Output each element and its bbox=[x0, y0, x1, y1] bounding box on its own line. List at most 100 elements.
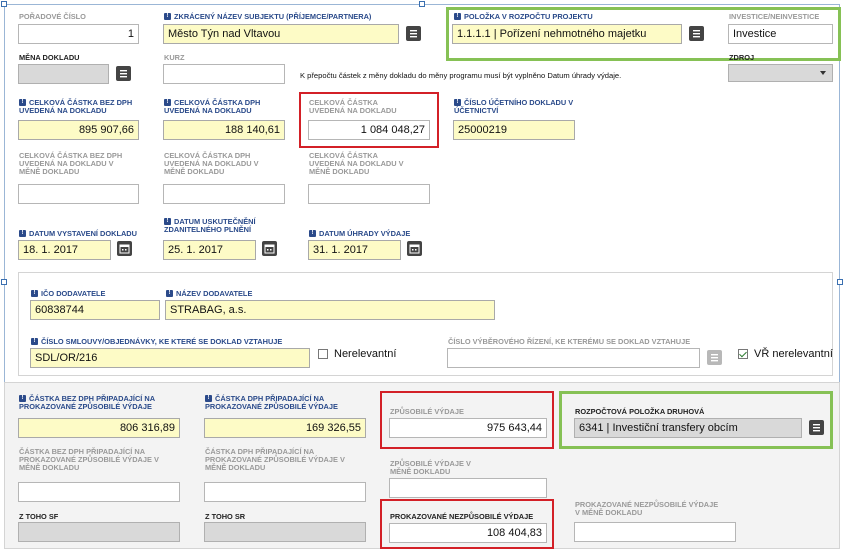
polozka-rozpoctu-label: ! POLOŽKA V ROZPOČTU PROJEKTU bbox=[454, 13, 593, 21]
list-icon bbox=[711, 354, 718, 362]
required-icon: ! bbox=[19, 395, 26, 402]
dph-zpusobile-field[interactable]: 169 326,55 bbox=[204, 418, 366, 438]
dph-mena-zpusobile-field[interactable] bbox=[204, 482, 366, 502]
bez-dph-mena-zpusobile-label: ČÁSTKA BEZ DPH PŘIPADAJÍCÍ NA PROKAZOVAN… bbox=[19, 447, 159, 472]
required-icon: ! bbox=[454, 99, 461, 106]
required-icon: ! bbox=[164, 99, 171, 106]
list-picker-button[interactable] bbox=[406, 26, 421, 41]
list-icon bbox=[120, 70, 127, 78]
cislo-vr-field[interactable] bbox=[447, 348, 700, 368]
calendar-button[interactable] bbox=[407, 241, 422, 256]
bez-dph-mena-field[interactable] bbox=[18, 184, 139, 204]
nerelevantni-checkbox[interactable] bbox=[318, 349, 328, 359]
celkova-label: CELKOVÁ ČÁSTKA UVEDENÁ NA DOKLADU bbox=[309, 98, 397, 115]
poradove-cislo-field[interactable]: 1 bbox=[18, 24, 139, 44]
calendar-icon bbox=[119, 244, 130, 254]
list-icon bbox=[410, 30, 417, 38]
zpusobile-vydaje-label: ZPŮSOBILÉ VÝDAJE bbox=[390, 407, 464, 416]
kurz-label: KURZ bbox=[164, 53, 185, 62]
required-icon: ! bbox=[309, 230, 316, 237]
dph-mena-zpusobile-label: ČÁSTKA DPH PŘIPADAJÍCÍ NA PROKAZOVANÉ ZP… bbox=[205, 447, 345, 472]
investice-label: INVESTICE/NEINVESTICE bbox=[729, 12, 820, 21]
zdroj-label: ZDROJ bbox=[729, 53, 755, 62]
z-toho-sf-field[interactable] bbox=[18, 522, 180, 542]
ico-label: ! IČO DODAVATELE bbox=[31, 290, 105, 298]
required-icon: ! bbox=[164, 13, 171, 20]
nazev-dodavatele-field[interactable]: STRABAG, a.s. bbox=[165, 300, 495, 320]
currency-list-button[interactable] bbox=[116, 66, 131, 81]
zpusobile-mena-field[interactable] bbox=[389, 478, 547, 498]
list-icon bbox=[693, 30, 700, 38]
calendar-button[interactable] bbox=[262, 241, 277, 256]
cislo-smlouvy-label: ! ČÍSLO SMLOUVY/OBJEDNÁVKY, KE KTERÉ SE D… bbox=[31, 338, 282, 346]
required-icon: ! bbox=[19, 230, 26, 237]
zkraceny-nazev-label: ! ZKRÁCENÝ NÁZEV SUBJEKTU (PŘÍJEMCE/PARTN… bbox=[164, 13, 371, 21]
kurz-field[interactable] bbox=[163, 64, 285, 84]
celkova-mena-label: CELKOVÁ ČÁSTKA UVEDENÁ NA DOKLADU V MĚNĚ… bbox=[309, 151, 404, 176]
dph-zpusobile-label: ! ČÁSTKA DPH PŘIPADAJÍCÍ NA PROKAZOVANÉ Z… bbox=[205, 394, 338, 411]
datum-vystaveni-field[interactable]: 18. 1. 2017 bbox=[18, 240, 111, 260]
calendar-icon bbox=[264, 244, 275, 254]
required-icon: ! bbox=[166, 290, 173, 297]
datum-uhrady-label: ! DATUM ÚHRADY VÝDAJE bbox=[309, 230, 410, 238]
required-icon: ! bbox=[454, 13, 461, 20]
zkraceny-nazev-field[interactable]: Město Týn nad Vltavou bbox=[163, 24, 399, 44]
datum-vystaveni-label: ! DATUM VYSTAVENÍ DOKLADU bbox=[19, 230, 137, 238]
rozpoctova-list-button[interactable] bbox=[809, 420, 824, 435]
celkova-field[interactable]: 1 084 048,27 bbox=[308, 120, 430, 140]
zpusobile-mena-label: ZPŮSOBILÉ VÝDAJE V MĚNĚ DOKLADU bbox=[390, 459, 471, 476]
vr-list-button[interactable] bbox=[707, 350, 722, 365]
conversion-note: K přepočtu částek z měny dokladu do měny… bbox=[300, 71, 622, 80]
z-toho-sf-label: Z TOHO SF bbox=[19, 512, 59, 521]
rozpoctova-polozka-label: ROZPOČTOVÁ POLOŽKA DRUHOVÁ bbox=[575, 407, 705, 416]
nezpusobile-mena-label: PROKAZOVANÉ NEZPŮSOBILÉ VÝDAJE V MĚNĚ DO… bbox=[575, 500, 719, 517]
ico-field[interactable]: 60838744 bbox=[30, 300, 160, 320]
rozpoctova-polozka-field[interactable]: 6341 | Investiční transfery obcím bbox=[574, 418, 802, 438]
resize-handle-top[interactable] bbox=[419, 1, 425, 7]
dph-mena-label: CELKOVÁ ČÁSTKA DPH UVEDENÁ NA DOKLADU V … bbox=[164, 151, 259, 176]
required-icon: ! bbox=[31, 290, 38, 297]
dph-field[interactable]: 188 140,61 bbox=[163, 120, 285, 140]
nerelevantni-label: Nerelevantní bbox=[334, 348, 397, 360]
datum-uskutecneni-label: ! DATUM USKUTEČNĚNÍ ZDANITELNÉHO PLNĚNÍ bbox=[164, 217, 256, 234]
bez-dph-label: ! CELKOVÁ ČÁSTKA BEZ DPH UVEDENÁ NA DOKLA… bbox=[19, 98, 133, 115]
calendar-button[interactable] bbox=[117, 241, 132, 256]
z-toho-sr-label: Z TOHO SR bbox=[205, 512, 246, 521]
z-toho-sr-field[interactable] bbox=[204, 522, 366, 542]
polozka-rozpoctu-field[interactable]: 1.1.1.1 | Pořízení nehmotného majetku bbox=[452, 24, 682, 44]
datum-uhrady-field[interactable]: 31. 1. 2017 bbox=[308, 240, 401, 260]
required-icon: ! bbox=[164, 218, 171, 225]
mena-dokladu-field[interactable] bbox=[18, 64, 109, 84]
vr-nerelevantni-checkbox[interactable] bbox=[738, 349, 748, 359]
cislo-ucetniho-label: ! ČÍSLO ÚČETNÍHO DOKLADU V ÚČETNICTVÍ bbox=[454, 98, 574, 115]
investice-field[interactable]: Investice bbox=[728, 24, 833, 44]
nazev-dodavatele-label: ! NÁZEV DODAVATELE bbox=[166, 290, 252, 298]
required-icon: ! bbox=[19, 99, 26, 106]
poradove-cislo-label: POŘADOVÉ ČÍSLO bbox=[19, 12, 86, 21]
nezpusobile-field[interactable]: 108 404,83 bbox=[389, 523, 547, 543]
cislo-vr-label: ČÍSLO VÝBĚROVÉHO ŘÍZENÍ, KE KTERÉMU SE D… bbox=[448, 337, 691, 346]
resize-handle-tl[interactable] bbox=[1, 1, 7, 7]
bez-dph-zpusobile-label: ! ČÁSTKA BEZ DPH PŘIPADAJÍCÍ NA PROKAZOVA… bbox=[19, 394, 155, 411]
vr-nerelevantni-label: VŘ nerelevantní bbox=[754, 348, 833, 360]
zpusobile-vydaje-field[interactable]: 975 643,44 bbox=[389, 418, 547, 438]
dph-mena-field[interactable] bbox=[163, 184, 285, 204]
list-icon bbox=[813, 424, 820, 432]
nezpusobile-label: PROKAZOVANÉ NEZPŮSOBILÉ VÝDAJE bbox=[390, 512, 534, 521]
required-icon: ! bbox=[205, 395, 212, 402]
mena-dokladu-label: MĚNA DOKLADU bbox=[19, 53, 80, 62]
bez-dph-mena-zpusobile-field[interactable] bbox=[18, 482, 180, 502]
zdroj-select[interactable] bbox=[728, 64, 833, 82]
budget-list-button[interactable] bbox=[689, 26, 704, 41]
bez-dph-zpusobile-field[interactable]: 806 316,89 bbox=[18, 418, 180, 438]
bez-dph-field[interactable]: 895 907,66 bbox=[18, 120, 139, 140]
cislo-ucetniho-field[interactable]: 25000219 bbox=[453, 120, 575, 140]
datum-uskutecneni-field[interactable]: 25. 1. 2017 bbox=[163, 240, 256, 260]
resize-handle-left[interactable] bbox=[1, 279, 7, 285]
dph-label: ! CELKOVÁ ČÁSTKA DPH UVEDENÁ NA DOKLADU bbox=[164, 98, 261, 115]
calendar-icon bbox=[409, 244, 420, 254]
cislo-smlouvy-field[interactable]: SDL/OR/216 bbox=[30, 348, 310, 368]
resize-handle-right[interactable] bbox=[837, 279, 843, 285]
nezpusobile-mena-field[interactable] bbox=[574, 522, 736, 542]
celkova-mena-field[interactable] bbox=[308, 184, 430, 204]
